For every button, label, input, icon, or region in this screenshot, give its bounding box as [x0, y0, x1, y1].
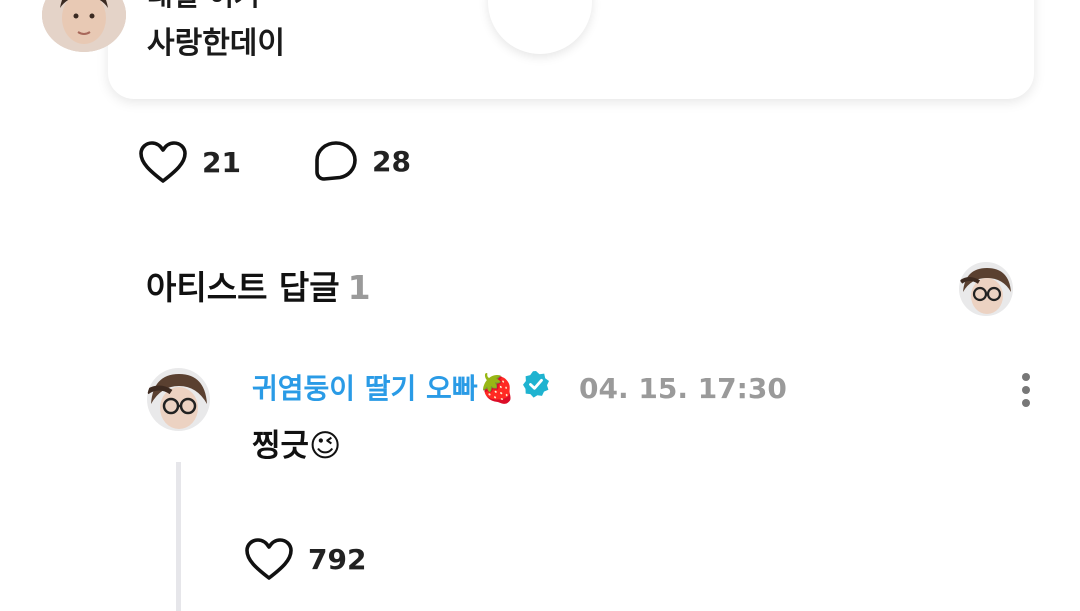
post-author-name[interactable]: 대일 이거 [147, 0, 260, 8]
artist-comment-avatar[interactable] [147, 368, 210, 431]
post-like-count: 21 [202, 145, 241, 179]
heart-icon [138, 140, 188, 184]
post-comment-button[interactable]: 28 [314, 140, 411, 182]
artist-comment-like-button[interactable]: 792 [244, 537, 366, 581]
artist-comment-text: 찡긋 😉 [252, 424, 341, 468]
section-count: 1 [347, 268, 371, 307]
comment-body: 찡긋 [252, 428, 310, 464]
artist-comment-like-count: 792 [308, 542, 367, 576]
post-text: 사랑한데이 [147, 26, 285, 61]
comment-thread-screen: 대일 이거 사랑한데이 21 28 아티스트 답글1 [0, 0, 1080, 611]
section-title: 아티스트 답글 [146, 268, 340, 307]
wink-emoji: 😉 [309, 428, 342, 464]
verified-badge-icon [522, 369, 550, 409]
thread-line [176, 462, 181, 611]
artist-comment-author[interactable]: 귀염둥이 딸기 오빠 🍓 [252, 369, 550, 409]
post-like-button[interactable]: 21 [138, 140, 241, 184]
author-name: 귀염둥이 딸기 오빠 [252, 372, 478, 405]
artist-replies-header: 아티스트 답글 1 [146, 266, 371, 310]
strawberry-emoji: 🍓 [479, 372, 515, 405]
speech-bubble-icon [314, 140, 358, 182]
artist-avatar-small[interactable] [959, 262, 1013, 316]
post-comment-count: 28 [372, 144, 411, 178]
artist-comment-timestamp: 04. 15. 17:30 [579, 372, 787, 405]
more-vertical-icon[interactable] [1012, 370, 1040, 410]
heart-icon [244, 537, 294, 581]
